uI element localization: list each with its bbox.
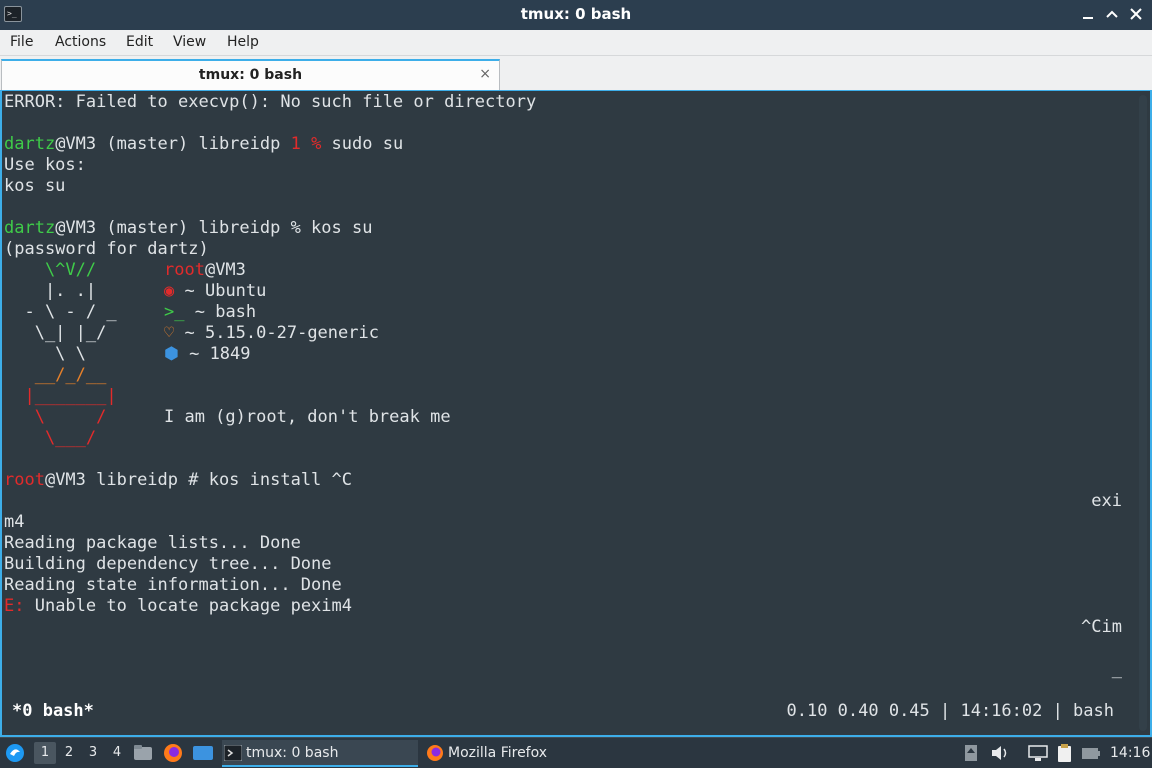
- terminal-view[interactable]: ERROR: Failed to execvp(): No such file …: [0, 90, 1152, 737]
- volume-icon[interactable]: [990, 738, 1010, 768]
- tmux-status-right: 0.10 0.40 0.45 | 14:16:02 | bash: [786, 701, 1114, 721]
- fetch-packages: ⬢ ~ 1849: [164, 344, 251, 364]
- terminal-line: Reading state information... Done: [4, 575, 342, 595]
- close-icon[interactable]: [1126, 4, 1146, 24]
- ascii-art-line: \^V//: [4, 260, 97, 280]
- ascii-art-line: __/_/__: [4, 365, 107, 385]
- minimize-icon[interactable]: [1078, 4, 1098, 24]
- file-manager-icon[interactable]: [133, 738, 155, 768]
- tab-label: tmux: 0 bash: [198, 67, 303, 83]
- menu-file[interactable]: File: [10, 34, 33, 50]
- terminal-error-line: E: Unable to locate package pexim4: [4, 596, 352, 616]
- terminal-wrapped-text: ^Cim: [1081, 617, 1122, 637]
- desktop-1[interactable]: 1: [34, 742, 56, 764]
- task-label: Mozilla Firefox: [448, 745, 548, 761]
- network-icon[interactable]: [1027, 738, 1049, 768]
- terminal-line: Use kos:: [4, 155, 86, 175]
- tmux-window-indicator[interactable]: *0 bash*: [12, 701, 94, 721]
- application-menu-icon[interactable]: [4, 738, 28, 768]
- clipboard-icon[interactable]: [1055, 738, 1075, 768]
- desktop-4[interactable]: 4: [106, 742, 128, 764]
- tmux-status-bar: *0 bash* 0.10 0.40 0.45 | 14:16:02 | bas…: [2, 700, 1150, 724]
- task-label: tmux: 0 bash: [246, 745, 339, 761]
- package-icon: ⬢: [164, 344, 179, 364]
- ascii-art-line: |_______|: [4, 386, 117, 406]
- menubar: File Actions Edit View Help: [0, 30, 1152, 56]
- tab-close-icon[interactable]: ×: [479, 66, 491, 82]
- tab-bar: tmux: 0 bash ×: [0, 56, 1152, 90]
- terminal-prompt-line: dartz@VM3 (master) libreidp % kos su: [4, 218, 373, 238]
- fetch-userhost: root@VM3: [164, 260, 246, 280]
- terminal-line: (password for dartz): [4, 239, 209, 259]
- terminal-cursor: _: [1111, 659, 1122, 679]
- firefox-icon: [427, 745, 443, 761]
- firefox-launcher-icon[interactable]: [163, 738, 185, 768]
- menu-help[interactable]: Help: [227, 34, 259, 50]
- desktop-3[interactable]: 3: [82, 742, 104, 764]
- terminal-line: Building dependency tree... Done: [4, 554, 332, 574]
- clock[interactable]: 14:16: [1110, 738, 1150, 768]
- power-manager-icon[interactable]: [1080, 738, 1102, 768]
- ascii-art-line: \ \: [4, 344, 86, 364]
- menu-view[interactable]: View: [173, 34, 206, 50]
- terminal-prompt-line: root@VM3 libreidp # kos install ^C: [4, 470, 352, 490]
- shell-icon: >_: [164, 302, 185, 322]
- taskbar: 1 2 3 4 tmux: 0 bash Mozilla Firefox 14:…: [0, 737, 1152, 768]
- ascii-art-line: \___/: [4, 428, 97, 448]
- task-terminal[interactable]: tmux: 0 bash: [222, 740, 418, 767]
- maximize-icon[interactable]: [1102, 4, 1122, 24]
- heart-icon: ♡: [164, 323, 175, 343]
- ascii-art-line: - \ - / _: [4, 302, 117, 322]
- menu-actions[interactable]: Actions: [55, 34, 106, 50]
- menu-edit[interactable]: Edit: [126, 34, 153, 50]
- fetch-os: ◉ ~ Ubuntu: [164, 281, 267, 301]
- terminal-prompt-line: dartz@VM3 (master) libreidp 1 % sudo su: [4, 134, 404, 154]
- fetch-motto: I am (g)root, don't break me: [164, 407, 451, 427]
- fetch-shell: >_ ~ bash: [164, 302, 257, 322]
- terminal-wrapped-text: exi: [1091, 491, 1122, 511]
- terminal-scrollbar[interactable]: [1139, 95, 1147, 731]
- ascii-art-line: \_| |_/: [4, 323, 107, 343]
- ascii-art-line: \ /: [4, 407, 107, 427]
- terminal-line: kos su: [4, 176, 66, 196]
- task-firefox[interactable]: Mozilla Firefox: [424, 740, 624, 767]
- terminal-line: ERROR: Failed to execvp(): No such file …: [4, 92, 537, 112]
- tray-updates-icon[interactable]: [962, 738, 980, 768]
- ubuntu-icon: ◉: [164, 281, 175, 301]
- terminal-icon: [224, 745, 242, 761]
- window-title: tmux: 0 bash: [520, 5, 632, 23]
- show-desktop-icon[interactable]: [192, 738, 214, 768]
- window-titlebar[interactable]: >_ tmux: 0 bash: [0, 0, 1152, 30]
- desktop-2[interactable]: 2: [58, 742, 80, 764]
- terminal-line: m4: [4, 512, 25, 532]
- tab-tmux-bash[interactable]: tmux: 0 bash ×: [1, 59, 500, 90]
- terminal-line: Reading package lists... Done: [4, 533, 301, 553]
- ascii-art-line: |. .|: [4, 281, 97, 301]
- fetch-kernel: ♡ ~ 5.15.0-27-generic: [164, 323, 379, 343]
